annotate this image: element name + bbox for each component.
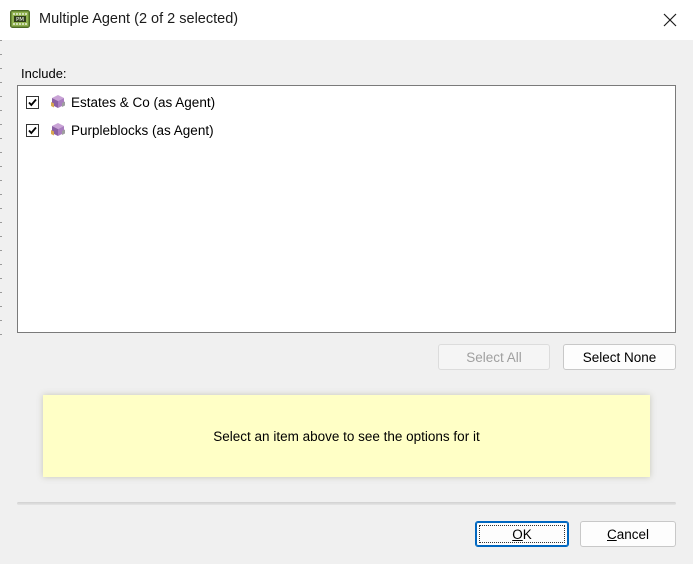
cancel-button[interactable]: Cancel	[580, 521, 676, 547]
info-message: Select an item above to see the options …	[213, 428, 480, 444]
item-label: Estates & Co (as Agent)	[71, 94, 216, 110]
svg-text:PM: PM	[16, 17, 24, 23]
include-label: Include:	[21, 66, 67, 81]
ok-button[interactable]: OK	[475, 521, 569, 547]
background-edge	[0, 40, 2, 340]
title-bar[interactable]: PM Multiple Agent (2 of 2 selected)	[0, 0, 693, 40]
include-listbox[interactable]: Estates & Co (as Agent) Purpleblocks (as…	[17, 85, 676, 333]
list-item[interactable]: Purpleblocks (as Agent)	[26, 120, 214, 140]
close-button[interactable]	[647, 0, 693, 40]
agent-cube-icon	[49, 93, 67, 111]
list-item[interactable]: Estates & Co (as Agent)	[26, 92, 215, 112]
options-info-panel: Select an item above to see the options …	[43, 395, 650, 477]
dialog-window: PM Multiple Agent (2 of 2 selected) Incl…	[0, 0, 693, 564]
agent-cube-icon	[49, 121, 67, 139]
item-label: Purpleblocks (as Agent)	[71, 122, 214, 138]
select-none-button[interactable]: Select None	[563, 344, 676, 370]
pm-app-icon: PM	[10, 10, 30, 28]
separator	[17, 502, 676, 505]
item-checkbox[interactable]	[26, 123, 39, 137]
ok-label: OK	[512, 526, 532, 542]
cancel-label: Cancel	[606, 526, 650, 542]
window-title: Multiple Agent (2 of 2 selected)	[39, 11, 239, 27]
close-icon	[663, 13, 677, 27]
select-all-button[interactable]: Select All	[438, 344, 550, 370]
item-checkbox[interactable]	[26, 95, 39, 109]
